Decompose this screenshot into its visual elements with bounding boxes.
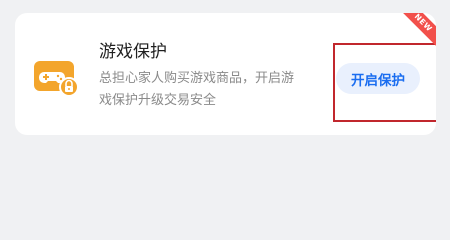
description-line-2: 戏保护升级交易安全 bbox=[99, 93, 217, 108]
game-protection-card: 游戏保护 总担心家人购买游戏商品，开启游 戏保护升级交易安全 开启保护 NEW bbox=[15, 13, 436, 135]
card-title: 游戏保护 bbox=[99, 42, 167, 62]
gamepad-lock-icon bbox=[34, 61, 80, 97]
enable-protection-button[interactable]: 开启保护 bbox=[336, 63, 420, 94]
description-line-1: 总担心家人购买游戏商品，开启游 bbox=[99, 71, 295, 86]
card-description: 总担心家人购买游戏商品，开启游 戏保护升级交易安全 bbox=[99, 68, 329, 112]
new-badge: NEW bbox=[398, 13, 436, 48]
